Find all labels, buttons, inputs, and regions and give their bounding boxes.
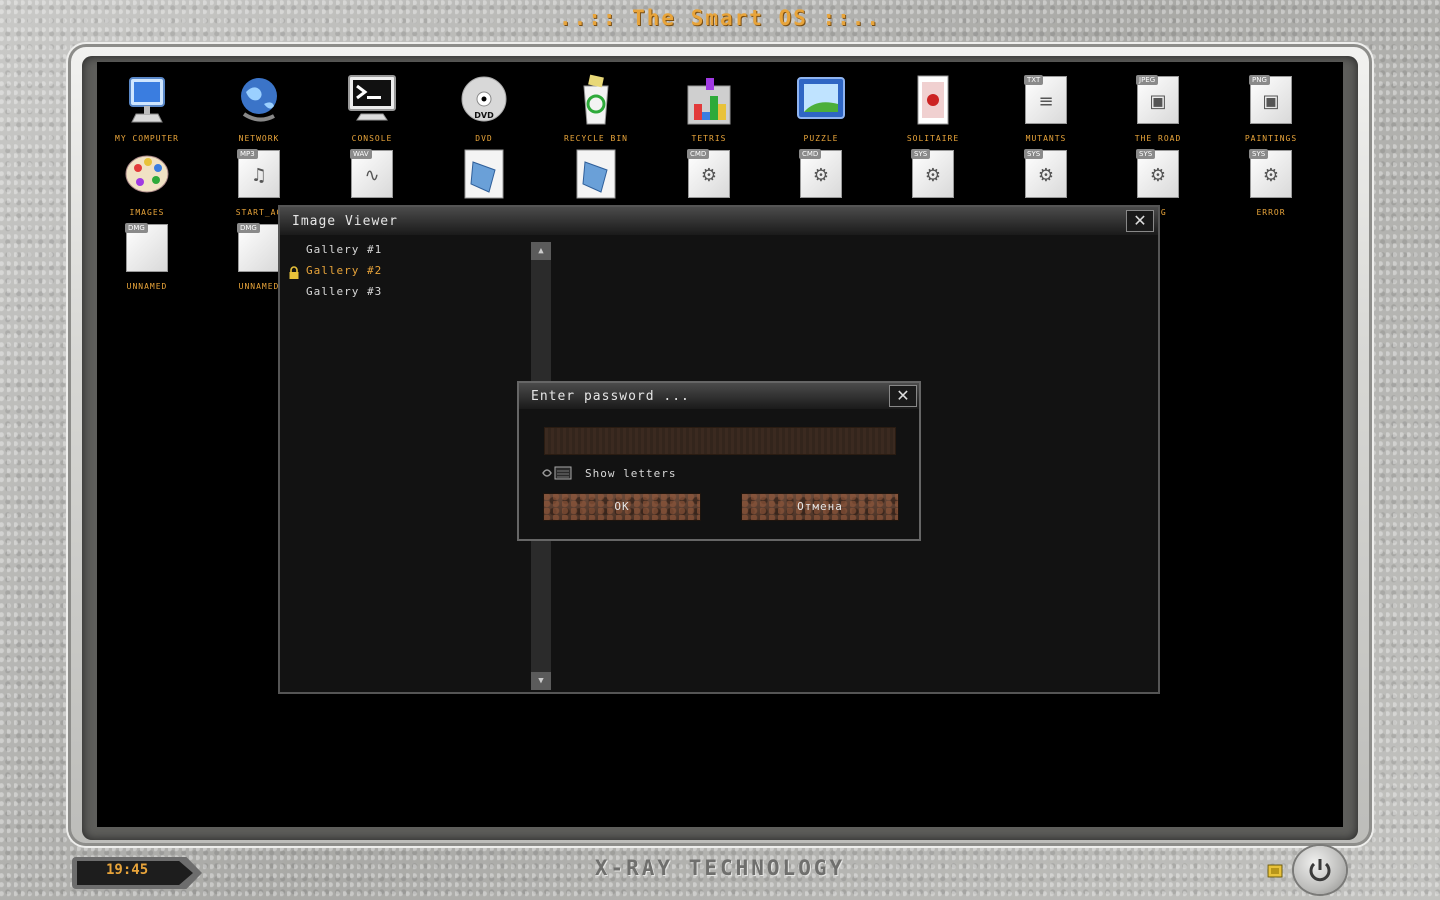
desktop-icon-recycle-bin[interactable]: RECYCLE BIN bbox=[546, 74, 646, 148]
image-viewer-titlebar[interactable]: Image Viewer ✕ bbox=[280, 207, 1158, 235]
recycle-bin-icon bbox=[583, 74, 609, 125]
desktop-icon-tetris[interactable]: TETRIS bbox=[659, 74, 759, 148]
dvd-icon: DVD bbox=[461, 76, 507, 122]
file-type-tag: CMD bbox=[687, 149, 710, 159]
desktop-icon-my-computer[interactable]: MY COMPUTER bbox=[97, 74, 197, 148]
gallery-item-1[interactable]: Gallery #1 bbox=[306, 243, 382, 256]
cancel-button[interactable]: Отмена bbox=[741, 493, 899, 521]
wav-file-icon: WAV ∿ bbox=[347, 148, 397, 202]
desktop-icon-console[interactable]: CONSOLE bbox=[322, 74, 422, 148]
password-dialog-titlebar[interactable]: Enter password ... ✕ bbox=[519, 383, 919, 409]
terminal-icon bbox=[348, 75, 396, 121]
monitor-icon bbox=[129, 77, 165, 123]
mp3-file-icon: MP3 ♫ bbox=[234, 148, 284, 202]
desktop-icon-label: THE ROAD bbox=[1134, 134, 1182, 143]
tetris-icon bbox=[687, 78, 731, 125]
cards-icon bbox=[917, 75, 949, 125]
password-dialog-title: Enter password ... bbox=[531, 389, 690, 404]
password-dialog-close-button[interactable]: ✕ bbox=[889, 385, 917, 407]
desktop-icon-label: NETWORK bbox=[238, 134, 280, 143]
image-viewer-title: Image Viewer bbox=[292, 214, 398, 229]
memory-chip-icon[interactable] bbox=[1265, 862, 1285, 880]
ok-button[interactable]: OK bbox=[543, 493, 701, 521]
checkbox-icon bbox=[542, 466, 572, 480]
desktop-icon-label: RECYCLE BIN bbox=[564, 134, 628, 143]
sys-file-icon: SYS ⚙ bbox=[908, 148, 958, 202]
password-dialog: Enter password ... ✕ Show letters OK Отм… bbox=[517, 381, 921, 541]
desktop-icon-label: TETRIS bbox=[691, 134, 727, 143]
desktop-icon-dvd[interactable]: DVD DVD bbox=[434, 74, 534, 148]
dmg-file-icon: DMG bbox=[234, 222, 284, 276]
palette-icon bbox=[125, 155, 169, 193]
lock-icon bbox=[289, 266, 299, 279]
scroll-down-arrow-icon[interactable]: ▼ bbox=[531, 672, 551, 690]
desktop-icon-paintings[interactable]: PNG ▣ PAINTINGS bbox=[1221, 74, 1321, 148]
power-button[interactable] bbox=[1294, 846, 1346, 894]
desktop-icon-label: MUTANTS bbox=[1025, 134, 1067, 143]
txt-file-icon: TXT ≡ bbox=[1021, 74, 1071, 128]
power-icon bbox=[1309, 859, 1331, 882]
file-type-tag: SYS bbox=[1024, 149, 1044, 159]
video-file-icon bbox=[464, 149, 504, 199]
file-type-tag: CMD bbox=[799, 149, 822, 159]
desktop-icon-unnamed-1[interactable]: DMG UNNAMED bbox=[97, 222, 197, 296]
desktop-icon-label: CONSOLE bbox=[351, 134, 393, 143]
desktop-icon-network[interactable]: NETWORK bbox=[209, 74, 309, 148]
picture-icon bbox=[797, 77, 845, 119]
desktop-icon-label: UNNAMED bbox=[126, 282, 168, 291]
password-input[interactable] bbox=[544, 427, 896, 455]
desktop-icon-images[interactable]: IMAGES bbox=[97, 148, 197, 222]
gallery-item-2[interactable]: Gallery #2 bbox=[306, 264, 382, 277]
dmg-file-icon: DMG bbox=[122, 222, 172, 276]
file-type-tag: SYS bbox=[1249, 149, 1269, 159]
desktop-icon-label: MY COMPUTER bbox=[115, 134, 179, 143]
image-viewer-close-button[interactable]: ✕ bbox=[1126, 210, 1154, 232]
file-type-tag: DMG bbox=[125, 223, 148, 233]
desktop-icon-mutants[interactable]: TXT ≡ MUTANTS bbox=[996, 74, 1096, 148]
desktop-icon-label: DVD bbox=[475, 134, 493, 143]
sys-file-icon: SYS ⚙ bbox=[1246, 148, 1296, 202]
file-type-tag: PNG bbox=[1249, 75, 1270, 85]
jpeg-file-icon: JPEG ▣ bbox=[1133, 74, 1183, 128]
desktop-icon-label: PAINTINGS bbox=[1244, 134, 1298, 143]
cmd-file-icon: CMD ⚙ bbox=[796, 148, 846, 202]
os-title: ..:: The Smart OS ::.. bbox=[558, 6, 882, 30]
show-letters-toggle[interactable]: Show letters bbox=[541, 465, 741, 483]
gallery-item-3[interactable]: Gallery #3 bbox=[306, 285, 382, 298]
brand-label: X-RAY TECHNOLOGY bbox=[594, 856, 846, 880]
cmd-file-icon: CMD ⚙ bbox=[684, 148, 734, 202]
desktop-icon-puzzle[interactable]: PUZZLE bbox=[771, 74, 871, 148]
desktop-icon-label: IMAGES bbox=[129, 208, 165, 217]
show-letters-label: Show letters bbox=[585, 467, 677, 480]
globe-icon bbox=[241, 78, 277, 122]
desktop-icon-solitaire[interactable]: SOLITAIRE bbox=[883, 74, 983, 148]
file-type-tag: MP3 bbox=[237, 149, 258, 159]
file-type-tag: JPEG bbox=[1136, 75, 1159, 85]
file-type-tag: SYS bbox=[911, 149, 931, 159]
desktop-icon-error[interactable]: SYS ⚙ ERROR bbox=[1221, 148, 1321, 222]
png-file-icon: PNG ▣ bbox=[1246, 74, 1296, 128]
desktop-icon-label: ERROR bbox=[1256, 208, 1286, 217]
file-type-tag: TXT bbox=[1024, 75, 1044, 85]
file-type-tag: DMG bbox=[237, 223, 260, 233]
desktop-icon-label: SOLITAIRE bbox=[906, 134, 960, 143]
scroll-up-arrow-icon[interactable]: ▲ bbox=[531, 242, 551, 260]
file-type-tag: SYS bbox=[1136, 149, 1156, 159]
video-file-icon bbox=[576, 149, 616, 199]
sys-file-icon: SYS ⚙ bbox=[1133, 148, 1183, 202]
desktop-icon-label: PUZZLE bbox=[803, 134, 839, 143]
file-type-tag: WAV bbox=[350, 149, 372, 159]
desktop-icon-the-road[interactable]: JPEG ▣ THE ROAD bbox=[1108, 74, 1208, 148]
svg-text:DVD: DVD bbox=[474, 111, 494, 120]
sys-file-icon: SYS ⚙ bbox=[1021, 148, 1071, 202]
